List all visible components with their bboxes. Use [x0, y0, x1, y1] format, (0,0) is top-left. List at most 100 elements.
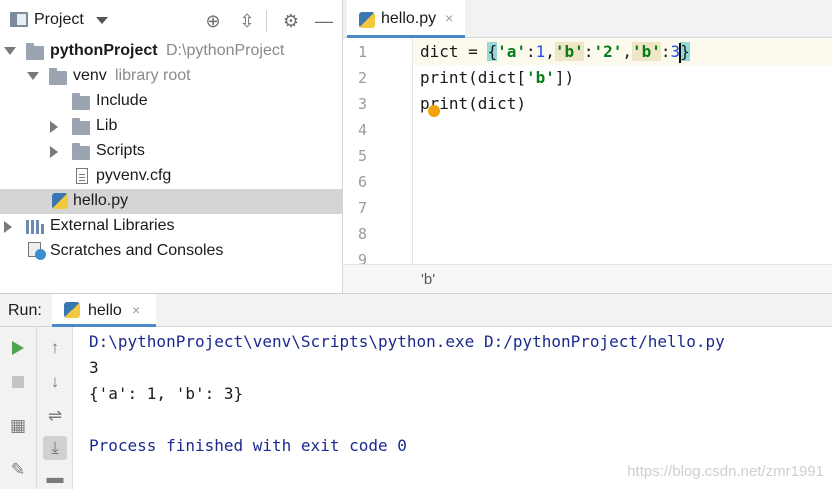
breadcrumb: 'b' [343, 264, 832, 293]
code-token: 'b' [525, 68, 555, 87]
code-line-2[interactable]: print(dict['b']) [420, 68, 574, 87]
console-output-line: 3 [89, 358, 99, 377]
close-icon[interactable]: × [132, 302, 140, 318]
code-token: , [622, 42, 632, 61]
folder-icon [49, 68, 67, 85]
line-number: 3 [357, 95, 367, 113]
run-toolbar-primary: ▦ ✎ [0, 327, 37, 489]
run-panel: Run: hello × ▦ ✎ ↑ ↓ ⇌ ⤓ ▬ D:\pythonProj… [0, 293, 832, 489]
project-panel: Project ⊕ ⇳ ⚙ — pythonProject D:\pythonP… [0, 0, 343, 293]
text-caret [679, 43, 681, 63]
minimize-icon[interactable]: — [313, 10, 335, 32]
expand-arrow-icon[interactable] [50, 121, 58, 133]
tree-item-hello-py[interactable]: hello.py [0, 189, 342, 214]
code-token: 'a' [497, 42, 526, 61]
tree-item-scratches[interactable]: Scratches and Consoles [0, 239, 342, 264]
watermark: https://blog.csdn.net/zmr1991 [627, 463, 824, 480]
tree-item-scripts[interactable]: Scripts [0, 139, 342, 164]
editor-tab-bar: hello.py × [343, 0, 832, 38]
line-number: 6 [357, 173, 367, 191]
tree-item-label: Scratches and Consoles [50, 242, 224, 259]
code-token: 1 [535, 42, 546, 61]
console-exit-line: Process finished with exit code 0 [89, 436, 407, 455]
expand-arrow-icon[interactable] [4, 221, 12, 233]
console-output[interactable]: D:\pythonProject\venv\Scripts\python.exe… [73, 327, 832, 489]
code-token: dict = [420, 42, 488, 61]
tree-item-include[interactable]: Include [0, 89, 342, 114]
tree-item-external-libraries[interactable]: External Libraries [0, 214, 342, 239]
folder-icon [72, 93, 90, 110]
console-output-line: {'a': 1, 'b': 3} [89, 384, 244, 403]
code-token: } [680, 42, 690, 61]
expand-arrow-icon[interactable] [27, 72, 39, 80]
soft-wrap-icon[interactable]: ⇌ [43, 404, 67, 428]
expand-arrow-icon[interactable] [50, 146, 58, 158]
python-file-icon [359, 12, 375, 28]
run-header: Run: hello × [0, 294, 832, 327]
run-toolbar-secondary: ↑ ↓ ⇌ ⤓ ▬ [37, 327, 73, 489]
code-token: print(dict[ [420, 68, 526, 87]
code-line-1[interactable]: dict = {'a':1,'b':'2','b':3} [420, 42, 690, 61]
project-toolbar: Project ⊕ ⇳ ⚙ — [0, 0, 343, 40]
text-file-icon [76, 168, 88, 184]
tree-item-label: hello.py [73, 192, 129, 209]
code-token: { [487, 42, 498, 61]
collapse-all-icon[interactable]: ⇳ [236, 10, 258, 32]
tree-item-hint: library root [115, 67, 191, 84]
tree-item-path: D:\pythonProject [166, 42, 285, 59]
tree-item-lib[interactable]: Lib [0, 114, 342, 139]
code-token: 'b' [554, 42, 584, 61]
line-number: 4 [357, 121, 367, 139]
line-number: 7 [357, 199, 367, 217]
line-number: 2 [357, 69, 367, 87]
folder-icon [72, 143, 90, 160]
crosshair-icon[interactable]: ⊕ [202, 10, 224, 32]
down-arrow-icon[interactable]: ↓ [43, 370, 67, 394]
code-token: 'b' [632, 42, 661, 61]
expand-arrow-icon[interactable] [4, 47, 16, 55]
line-number: 8 [357, 225, 367, 243]
project-panel-title[interactable]: Project [34, 11, 84, 29]
gear-icon[interactable]: ⚙ [280, 10, 302, 32]
tree-item-venv[interactable]: venv library root [0, 64, 342, 89]
project-view-icon [10, 12, 28, 27]
console-command-line: D:\pythonProject\venv\Scripts\python.exe… [89, 332, 725, 351]
folder-icon [72, 118, 90, 135]
library-icon [26, 218, 44, 234]
tab-hello-py[interactable]: hello.py × [347, 0, 465, 38]
scratches-icon [28, 242, 46, 260]
folder-icon [26, 43, 44, 60]
scroll-to-end-icon[interactable]: ⤓ [43, 436, 67, 460]
code-token: , [545, 42, 555, 61]
up-arrow-icon[interactable]: ↑ [43, 336, 67, 360]
tree-item-label: pyvenv.cfg [96, 167, 172, 184]
code-area[interactable]: dict = {'a':1,'b':'2','b':3} print(dict[… [413, 38, 832, 264]
intention-bulb-icon[interactable] [428, 105, 440, 117]
code-token: : [660, 42, 671, 61]
python-file-icon [52, 193, 68, 209]
stop-button[interactable] [6, 370, 30, 394]
line-number: 1 [357, 43, 367, 61]
tree-item-pythonproject[interactable]: pythonProject D:\pythonProject [0, 39, 342, 64]
layout-button[interactable]: ▦ [6, 414, 30, 438]
python-file-icon [64, 302, 80, 318]
close-icon[interactable]: × [445, 10, 453, 26]
tree-item-label: External Libraries [50, 217, 175, 234]
print-icon[interactable]: ▬ [43, 466, 67, 489]
line-number-gutter: 1 2 3 4 5 6 7 8 9 [343, 38, 413, 269]
tree-item-pyvenv-cfg[interactable]: pyvenv.cfg [0, 164, 342, 189]
run-tab-label: hello [88, 302, 122, 319]
run-panel-label: Run: [8, 302, 42, 319]
tree-item-label: pythonProject [50, 42, 158, 59]
run-tab-hello[interactable]: hello × [52, 294, 156, 327]
line-number: 5 [357, 147, 367, 165]
tree-item-label: Scripts [96, 142, 145, 159]
code-token: : [583, 42, 594, 61]
rerun-button[interactable] [6, 336, 30, 360]
code-token: ]) [554, 68, 575, 87]
tree-item-label: Lib [96, 117, 118, 134]
breadcrumb-item[interactable]: 'b' [421, 271, 435, 288]
pin-icon[interactable]: ✎ [6, 458, 30, 482]
tree-item-label: venv [73, 67, 107, 84]
chevron-down-icon[interactable] [96, 17, 108, 24]
